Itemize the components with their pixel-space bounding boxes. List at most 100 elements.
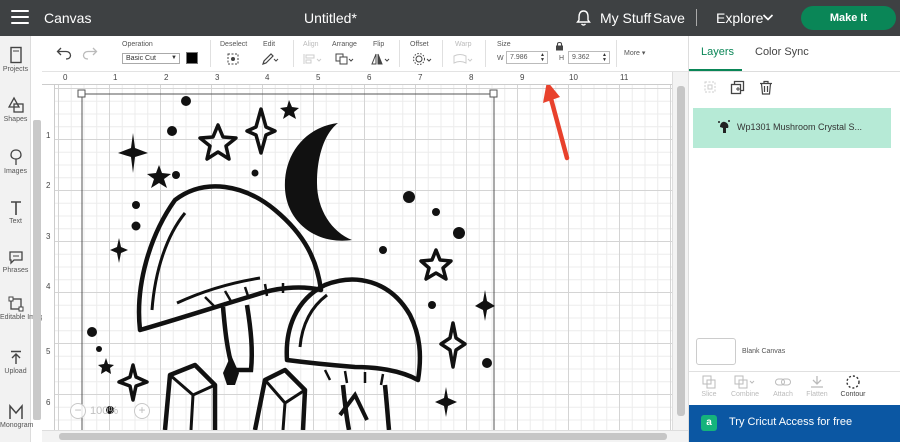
- mushroom-crystal-design[interactable]: [55, 85, 672, 430]
- height-stepper-icon[interactable]: ▲ ▼: [602, 53, 608, 63]
- arrange-icon[interactable]: [334, 52, 354, 66]
- combine-label: Combine: [730, 391, 759, 398]
- warp-label: Warp: [455, 41, 472, 48]
- height-value: 9.362: [572, 54, 590, 61]
- height-label: H: [559, 55, 565, 62]
- more-menu[interactable]: More ▾: [624, 49, 645, 57]
- horizontal-scrollbar[interactable]: [42, 430, 688, 442]
- operation-color-swatch[interactable]: [186, 52, 198, 64]
- ruler-tick-label: 5: [46, 347, 51, 356]
- ruler-tick-label: 10: [569, 73, 578, 82]
- scroll-thumb[interactable]: [677, 86, 685, 416]
- attach-button[interactable]: Attach: [765, 374, 801, 398]
- edit-pen-icon[interactable]: [261, 52, 279, 66]
- lock-icon[interactable]: [555, 41, 564, 51]
- flatten-button[interactable]: Flatten: [799, 374, 835, 398]
- zoom-in-button[interactable]: +: [134, 403, 150, 419]
- rail-item-phrases[interactable]: Phrases: [0, 249, 31, 274]
- delete-trash-icon[interactable]: [759, 80, 773, 95]
- zoom-out-button[interactable]: −: [70, 403, 86, 419]
- design-canvas[interactable]: [55, 85, 672, 430]
- horizontal-ruler: 0 1 2 3 4 5 6 7 8 9 10 11: [42, 72, 672, 85]
- explore-menu[interactable]: Explore: [716, 10, 763, 26]
- save-button[interactable]: Save: [653, 10, 685, 26]
- left-rail-scrollbar[interactable]: [33, 120, 41, 420]
- redo-icon[interactable]: [82, 46, 98, 60]
- operation-select[interactable]: Basic Cut ▼: [122, 53, 180, 64]
- slice-icon: [702, 375, 716, 389]
- left-tool-rail: Projects Shapes Images Text Phrases Edit…: [0, 36, 50, 442]
- toolbar-divider: [616, 40, 617, 67]
- toolbar-divider: [293, 40, 294, 67]
- make-it-button[interactable]: Make It: [801, 6, 896, 30]
- rail-item-upload[interactable]: Upload: [0, 350, 31, 375]
- ruler-tick-label: 0: [63, 73, 68, 82]
- caret-down-icon: ▾: [641, 50, 646, 57]
- flip-icon[interactable]: [370, 52, 390, 66]
- combine-button[interactable]: Combine: [727, 374, 763, 398]
- align-label: Align: [303, 41, 319, 48]
- toolbar-divider: [399, 40, 400, 67]
- vertical-ruler: 1 2 3 4 5 6: [42, 85, 55, 430]
- zoom-control: − 100% +: [70, 403, 150, 419]
- contour-icon: [846, 375, 860, 389]
- size-label: Size: [497, 41, 511, 48]
- rail-item-projects[interactable]: Projects: [0, 46, 31, 73]
- rail-label: Monogram: [0, 422, 34, 429]
- operation-label: Operation: [122, 41, 153, 48]
- deselect-icon[interactable]: [226, 52, 240, 66]
- my-stuff-link[interactable]: My Stuff: [600, 10, 651, 26]
- rail-label: Projects: [2, 66, 29, 73]
- rail-item-images[interactable]: Images: [0, 148, 31, 175]
- undo-icon[interactable]: [56, 46, 72, 60]
- cricut-access-banner[interactable]: a Try Cricut Access for free: [689, 405, 900, 442]
- tab-layers[interactable]: Layers: [701, 46, 734, 58]
- rail-item-shapes[interactable]: Shapes: [0, 96, 31, 123]
- toolbar-divider: [442, 40, 443, 67]
- rail-label: Upload: [4, 368, 27, 375]
- flatten-label: Flatten: [806, 391, 828, 398]
- contour-button[interactable]: Contour: [835, 374, 871, 398]
- tab-color-sync[interactable]: Color Sync: [755, 46, 809, 58]
- monogram-icon: [8, 404, 23, 419]
- blank-canvas-swatch[interactable]: [696, 338, 736, 365]
- edit-toolbar: Operation Basic Cut ▼ Deselect Edit Align…: [42, 36, 688, 72]
- header-divider: [696, 9, 697, 26]
- ruler-tick-label: 11: [620, 73, 629, 82]
- warp-icon[interactable]: [452, 52, 474, 66]
- document-title[interactable]: Untitled*: [304, 10, 357, 26]
- edit-label: Edit: [263, 41, 276, 48]
- operation-value: Basic Cut: [126, 55, 156, 62]
- layer-row[interactable]: Wp1301 Mushroom Crystal S...: [693, 108, 891, 148]
- scroll-thumb[interactable]: [59, 433, 667, 440]
- zoom-level: 100%: [90, 405, 119, 417]
- ruler-tick-label: 2: [46, 181, 51, 190]
- projects-icon: [9, 46, 22, 64]
- duplicate-icon[interactable]: [730, 80, 745, 95]
- rail-item-editable-images[interactable]: Editable Images: [0, 296, 50, 321]
- menu-icon[interactable]: [11, 10, 29, 25]
- width-stepper-icon[interactable]: ▲ ▼: [540, 53, 546, 63]
- toolbar-divider: [210, 40, 211, 67]
- align-icon[interactable]: [302, 52, 322, 66]
- tabs-divider: [689, 71, 900, 72]
- contour-label: Contour: [840, 391, 866, 398]
- rail-item-text[interactable]: Text: [0, 200, 31, 225]
- chevron-down-icon[interactable]: [762, 11, 774, 23]
- offset-icon[interactable]: [412, 52, 432, 66]
- layer-name: Wp1301 Mushroom Crystal S...: [737, 122, 863, 132]
- width-input[interactable]: 7.986 ▲ ▼: [506, 51, 548, 64]
- slice-button[interactable]: Slice: [691, 374, 727, 398]
- images-icon: [9, 149, 22, 165]
- rail-item-monogram[interactable]: Monogram: [0, 404, 34, 429]
- notification-bell-icon[interactable]: [575, 9, 592, 27]
- vertical-scrollbar[interactable]: [672, 72, 688, 430]
- height-input[interactable]: 9.362 ▲ ▼: [568, 51, 610, 64]
- ruler-tick-label: 4: [265, 73, 270, 82]
- deselect-label: Deselect: [220, 41, 248, 48]
- ruler-tick-label: 4: [46, 282, 51, 291]
- group-icon[interactable]: [703, 80, 717, 94]
- ruler-tick-label: 3: [46, 232, 51, 241]
- ruler-tick-label: 7: [418, 73, 423, 82]
- width-label: W: [497, 55, 504, 62]
